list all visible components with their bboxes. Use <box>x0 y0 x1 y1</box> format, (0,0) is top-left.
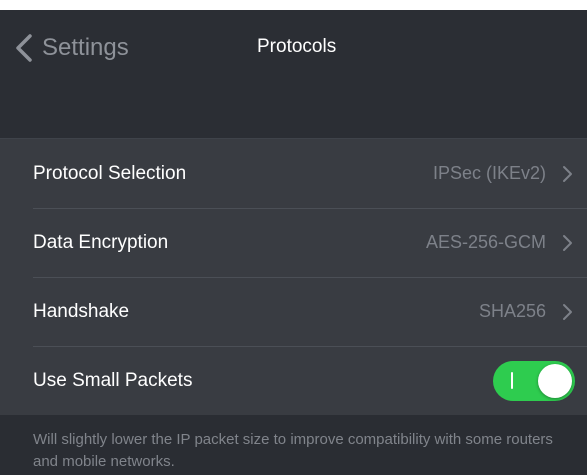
toggle-knob <box>538 363 572 398</box>
row-value: SHA256 <box>478 301 546 321</box>
navigation-bar: Settings Protocols <box>0 10 587 139</box>
use-small-packets-row: Use Small Packets <box>0 346 587 415</box>
chevron-left-icon <box>16 34 32 62</box>
small-packets-description: Will slightly lower the IP packet size t… <box>33 431 553 470</box>
toggle-on-indicator <box>511 371 513 389</box>
chevron-right-icon <box>563 234 572 251</box>
handshake-row[interactable]: Handshake SHA256 <box>0 277 587 346</box>
back-button-label: Settings <box>42 34 129 61</box>
row-value: AES-256-GCM <box>425 232 546 252</box>
row-value: IPSec (IKEv2) <box>432 163 546 183</box>
protocol-selection-row[interactable]: Protocol Selection IPSec (IKEv2) <box>0 139 587 208</box>
page-title: Protocols <box>257 36 337 57</box>
chevron-right-icon <box>563 303 572 320</box>
row-label: Protocol Selection <box>33 162 187 184</box>
status-bar-strip <box>0 0 587 10</box>
back-button[interactable]: Settings <box>14 30 129 66</box>
row-label: Use Small Packets <box>33 369 193 391</box>
settings-list: Protocol Selection IPSec (IKEv2) Data En… <box>0 139 587 415</box>
row-label: Data Encryption <box>33 231 169 253</box>
small-packets-toggle[interactable] <box>493 360 575 401</box>
chevron-right-icon <box>563 165 572 182</box>
row-label: Handshake <box>33 300 130 322</box>
data-encryption-row[interactable]: Data Encryption AES-256-GCM <box>0 208 587 277</box>
